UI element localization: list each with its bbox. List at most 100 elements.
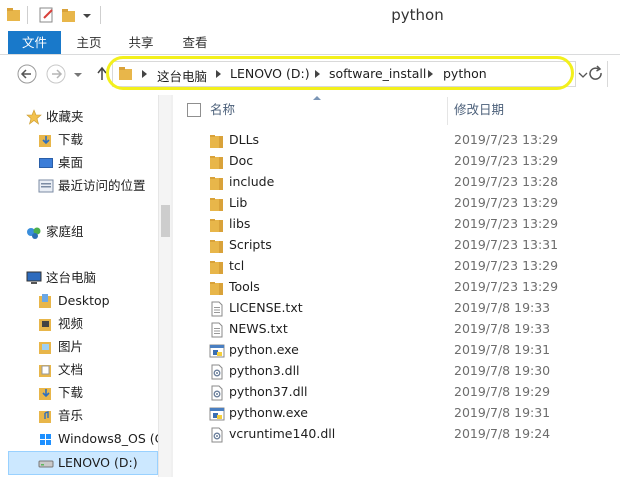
dll-file-icon <box>211 427 223 443</box>
file-name: DLLs <box>229 132 260 147</box>
file-modified-date: 2019/7/23 13:29 <box>454 258 559 273</box>
text-file-icon <box>211 322 223 338</box>
nav-item-label: LENOVO (D:) <box>58 455 138 470</box>
file-row[interactable]: tcl 2019/7/23 13:29 <box>206 256 620 277</box>
pictures-folder-icon <box>39 342 51 354</box>
file-name: Doc <box>229 153 254 168</box>
file-name: Scripts <box>229 237 272 252</box>
file-modified-date: 2019/7/23 13:29 <box>454 153 559 168</box>
annotation-highlight <box>106 56 574 90</box>
folder-icon <box>39 294 51 308</box>
file-modified-date: 2019/7/8 19:33 <box>454 300 551 315</box>
nav-item-label: 最近访问的位置 <box>58 178 146 193</box>
nav-scrollbar[interactable] <box>158 95 172 477</box>
back-icon[interactable] <box>16 63 38 85</box>
nav-item-label: 这台电脑 <box>46 270 97 285</box>
file-modified-date: 2019/7/8 19:29 <box>454 384 551 399</box>
file-modified-date: 2019/7/8 19:24 <box>454 426 551 441</box>
nav-item-label: 下载 <box>58 385 84 400</box>
file-row[interactable]: NEWS.txt 2019/7/8 19:33 <box>206 319 620 340</box>
file-modified-date: 2019/7/23 13:31 <box>454 237 559 252</box>
select-all-checkbox[interactable] <box>187 103 201 117</box>
file-row[interactable]: LICENSE.txt 2019/7/8 19:33 <box>206 298 620 319</box>
file-name: LICENSE.txt <box>229 300 303 315</box>
folder-icon <box>210 282 223 295</box>
desktop-icon <box>39 158 53 168</box>
nav-item-label: 文档 <box>58 362 84 377</box>
window-title: python <box>391 6 444 24</box>
nav-item-label: Desktop <box>58 293 110 308</box>
file-modified-date: 2019/7/23 13:29 <box>454 195 559 210</box>
file-name: NEWS.txt <box>229 321 288 336</box>
drive-icon <box>38 460 54 468</box>
downloads-folder-icon <box>39 135 51 147</box>
file-row[interactable]: python37.dll 2019/7/8 19:29 <box>206 382 620 403</box>
computer-icon <box>26 271 42 284</box>
file-name: python3.dll <box>229 363 300 378</box>
file-row[interactable]: Lib 2019/7/23 13:29 <box>206 193 620 214</box>
folder-icon <box>210 135 223 148</box>
search-box-edge[interactable] <box>607 61 620 87</box>
file-row[interactable]: libs 2019/7/23 13:29 <box>206 214 620 235</box>
column-header-divider[interactable] <box>447 97 448 125</box>
pythonw-exe-icon <box>209 407 225 421</box>
nav-item-label: 音乐 <box>58 408 84 423</box>
file-row[interactable]: DLLs 2019/7/23 13:29 <box>206 130 620 151</box>
file-modified-date: 2019/7/23 13:28 <box>454 174 559 189</box>
folder-icon <box>210 219 223 232</box>
title-bar: python <box>0 0 620 31</box>
forward-icon[interactable] <box>45 63 67 85</box>
file-name: Tools <box>229 279 260 294</box>
tab-file[interactable]: 文件 <box>8 31 61 54</box>
folder-icon <box>210 198 223 211</box>
file-modified-date: 2019/7/8 19:31 <box>454 342 551 357</box>
music-folder-icon <box>39 411 51 423</box>
folder-icon <box>210 261 223 274</box>
file-name: tcl <box>229 258 245 273</box>
recent-places-icon <box>38 179 54 193</box>
windows-drive-icon <box>40 434 51 445</box>
file-row[interactable]: Scripts 2019/7/23 13:31 <box>206 235 620 256</box>
file-row[interactable]: python.exe 2019/7/8 19:31 <box>206 340 620 361</box>
column-header-name[interactable]: 名称 <box>210 99 235 121</box>
file-row[interactable]: include 2019/7/23 13:28 <box>206 172 620 193</box>
tab-view[interactable]: 查看 <box>176 31 214 54</box>
nav-item-label: 收藏夹 <box>46 109 84 124</box>
star-icon <box>26 109 42 125</box>
documents-folder-icon <box>39 365 51 377</box>
file-modified-date: 2019/7/23 13:29 <box>454 279 559 294</box>
videos-folder-icon <box>39 319 51 331</box>
file-row[interactable]: vcruntime140.dll 2019/7/8 19:24 <box>206 424 620 445</box>
nav-item-label: 图片 <box>58 339 84 354</box>
downloads-folder-icon <box>39 388 51 400</box>
nav-item-label: 家庭组 <box>46 224 84 239</box>
tab-share[interactable]: 共享 <box>122 31 160 54</box>
file-row[interactable]: pythonw.exe 2019/7/8 19:31 <box>206 403 620 424</box>
nav-scrollbar-thumb[interactable] <box>161 205 170 237</box>
file-name: libs <box>229 216 251 231</box>
file-row[interactable]: Tools 2019/7/23 13:29 <box>206 277 620 298</box>
file-modified-date: 2019/7/23 13:29 <box>454 216 559 231</box>
file-name: include <box>229 174 275 189</box>
file-name: Lib <box>229 195 248 210</box>
text-file-icon <box>211 301 223 317</box>
folder-icon <box>210 156 223 169</box>
nav-item-label: 下载 <box>58 132 84 147</box>
folder-icon <box>210 240 223 253</box>
recent-locations-icon[interactable] <box>72 63 94 85</box>
nav-item-label: Windows8_OS (C <box>58 431 164 446</box>
nav-item-label: 视频 <box>58 316 84 331</box>
nav-item-label: 桌面 <box>58 155 84 170</box>
column-header-modified[interactable]: 修改日期 <box>454 99 504 121</box>
file-name: python.exe <box>229 342 299 357</box>
file-row[interactable]: Doc 2019/7/23 13:29 <box>206 151 620 172</box>
python-exe-icon <box>209 344 225 358</box>
file-name: vcruntime140.dll <box>229 426 336 441</box>
file-row[interactable]: python3.dll 2019/7/8 19:30 <box>206 361 620 382</box>
folder-icon <box>210 177 223 190</box>
file-modified-date: 2019/7/8 19:33 <box>454 321 551 336</box>
tab-home[interactable]: 主页 <box>70 31 108 54</box>
ribbon-tabs: 文件 主页 共享 查看 <box>0 31 620 55</box>
refresh-icon[interactable] <box>586 64 606 84</box>
homegroup-icon <box>27 227 41 239</box>
